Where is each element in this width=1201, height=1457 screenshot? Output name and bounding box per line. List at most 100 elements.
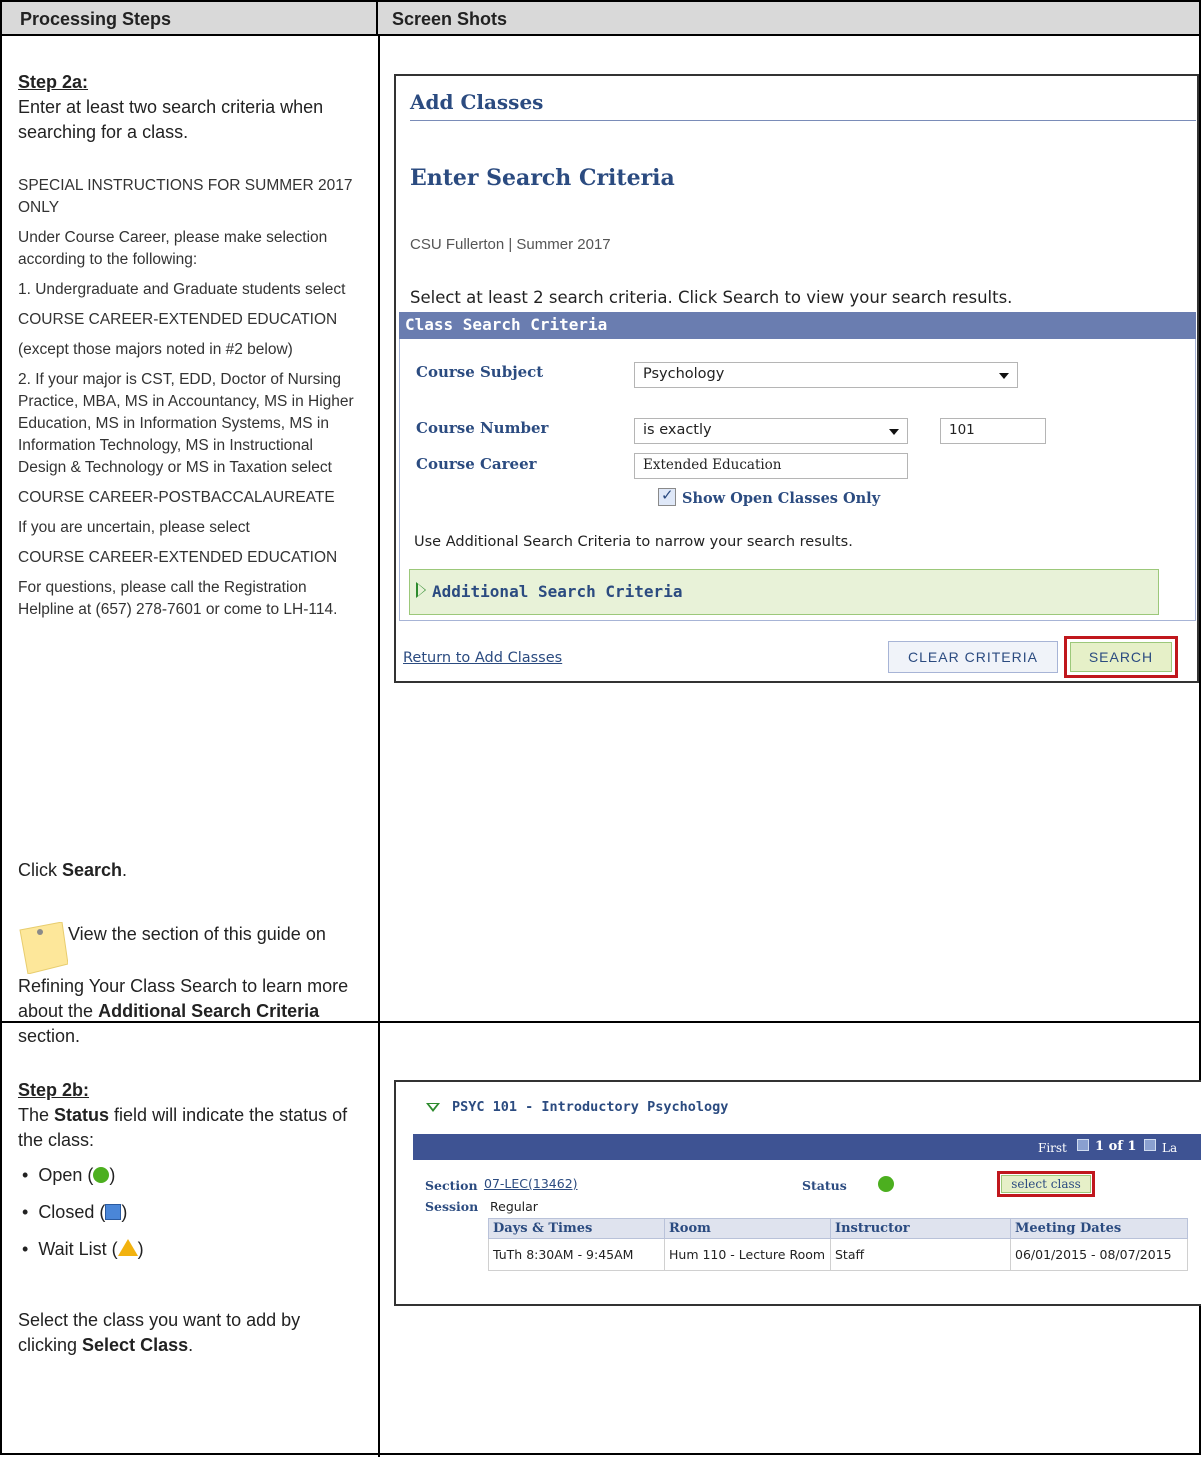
results-nav-bar: First 1 of 1 La	[413, 1134, 1201, 1160]
search-instruction: Select at least 2 search criteria. Click…	[410, 288, 1013, 307]
additional-criteria-hint: Use Additional Search Criteria to narrow…	[414, 534, 853, 550]
prev-arrow-icon[interactable]	[1077, 1139, 1089, 1151]
click-suffix: .	[122, 860, 128, 880]
session-label: Session	[425, 1199, 479, 1214]
header-screen-shots: Screen Shots	[378, 2, 1199, 36]
add-classes-screenshot: Add Classes Enter Search Criteria CSU Fu…	[394, 74, 1199, 683]
section-link[interactable]: 07-LEC(13462)	[484, 1176, 578, 1191]
criteria-panel: Course Subject Psychology Course Number …	[399, 339, 1196, 621]
additional-criteria-label: Additional Search Criteria	[432, 582, 683, 601]
intro-bold: Status	[54, 1105, 110, 1125]
section-title: Enter Search Criteria	[410, 165, 675, 191]
status-label: Status	[802, 1178, 847, 1193]
open-circle-icon	[93, 1167, 110, 1183]
course-career-label: Course Career	[416, 455, 537, 473]
special-instructions-line: COURSE CAREER-EXTENDED EDUCATION	[18, 311, 338, 328]
room-cell: Hum 110 - Lecture Room	[664, 1238, 831, 1271]
select-class-instruction: Select the class you want to add by clic…	[18, 1308, 364, 1358]
search-button[interactable]: Search	[1070, 642, 1172, 672]
column-header: Instructor	[830, 1218, 1011, 1239]
course-subject-value: Psychology	[643, 366, 725, 382]
open-classes-label: Show Open Classes Only	[682, 490, 881, 507]
step-2b-instructions: Step 2b: The Status field will indicate …	[18, 1078, 364, 1358]
closed-square-icon	[105, 1204, 122, 1220]
meeting-dates-cell: 06/01/2015 - 08/07/2015	[1010, 1238, 1188, 1271]
step-2a-title: Step 2a:	[18, 72, 89, 92]
special-instructions-line: Under Course Career, please make selecti…	[18, 229, 328, 268]
open-label: Open (	[38, 1165, 94, 1185]
clear-criteria-button[interactable]: Clear Criteria	[888, 641, 1058, 673]
table-header-row: Days & Times Room Instructor Meeting Dat…	[488, 1218, 1188, 1239]
nav-first[interactable]: First	[1038, 1141, 1067, 1155]
status-open-item: • Open ()	[22, 1165, 116, 1185]
status-waitlist-item: • Wait List ()	[22, 1239, 144, 1259]
step-2b-title: Step 2b:	[18, 1080, 90, 1100]
step-2b-intro: The Status field will indicate the statu…	[18, 1103, 364, 1153]
dropdown-arrow-icon	[999, 373, 1009, 379]
return-to-add-classes-link[interactable]: Return to Add Classes	[403, 650, 562, 666]
special-instructions-line: COURSE CAREER-POSTBACCALAUREATE	[18, 489, 335, 506]
special-instructions-line: (except those majors noted in #2 below)	[18, 341, 293, 358]
collapse-triangle-inner	[429, 1104, 437, 1109]
waitlist-triangle-icon	[117, 1239, 138, 1256]
special-instructions-line: 2. If your major is CST, EDD, Doctor of …	[18, 371, 354, 476]
waitlist-label: Wait List (	[38, 1239, 118, 1259]
paren-close: )	[137, 1239, 144, 1259]
status-closed-item: • Closed ()	[22, 1202, 128, 1222]
paren-close: )	[121, 1202, 128, 1222]
select-suffix: .	[188, 1335, 194, 1355]
class-search-criteria-header: Class Search Criteria	[399, 312, 1196, 339]
closed-label: Closed (	[38, 1202, 106, 1222]
days-times-cell: TuTh 8:30AM - 9:45AM	[488, 1238, 665, 1271]
term-label: CSU Fullerton | Summer 2017	[410, 236, 611, 253]
special-instructions-line: 1. Undergraduate and Graduate students s…	[18, 281, 346, 298]
column-header: Days & Times	[488, 1218, 665, 1239]
note-bold: Additional Search Criteria	[98, 1001, 320, 1021]
instructor-cell: Staff	[830, 1238, 1011, 1271]
guide-page: Processing Steps Screen Shots Step 2a: E…	[0, 0, 1201, 1457]
course-subject-label: Course Subject	[416, 363, 544, 381]
section-label: Section	[425, 1178, 478, 1193]
click-prefix: Click	[18, 860, 62, 880]
expand-triangle-inner	[418, 584, 425, 596]
meeting-table: Days & Times Room Instructor Meeting Dat…	[488, 1218, 1188, 1271]
class-results-screenshot: PSYC 101 - Introductory Psychology First…	[394, 1080, 1201, 1306]
header-processing-steps: Processing Steps	[2, 2, 378, 36]
checkmark-icon: ✓	[661, 487, 674, 504]
paren-close: )	[109, 1165, 116, 1185]
status-legend: • Open () • Closed () • Wait List ()	[22, 1163, 364, 1262]
open-classes-checkbox[interactable]: ✓	[658, 487, 676, 506]
special-instructions-line: If you are uncertain, please select	[18, 519, 250, 536]
course-title: PSYC 101 - Introductory Psychology	[452, 1099, 729, 1115]
click-search-instruction: Click Search.	[18, 858, 364, 883]
note-block: View the section of this guide on Refini…	[18, 921, 364, 1049]
select-bold: Select Class	[82, 1335, 189, 1355]
session-value: Regular	[490, 1199, 538, 1214]
special-instructions-line: SPECIAL INSTRUCTIONS FOR SUMMER 2017 ONL…	[18, 177, 353, 216]
course-number-input[interactable]: 101	[940, 418, 1046, 444]
nav-last[interactable]: La	[1162, 1141, 1177, 1155]
column-header: Room	[664, 1218, 831, 1239]
select-class-highlight: select class	[997, 1171, 1095, 1197]
dropdown-arrow-icon	[889, 429, 899, 435]
next-arrow-icon[interactable]	[1144, 1139, 1156, 1151]
course-number-operator-select[interactable]: is exactly	[634, 418, 908, 444]
column-header: Meeting Dates	[1010, 1218, 1188, 1239]
column-divider	[378, 36, 380, 1457]
step-2a-intro: Enter at least two search criteria when …	[18, 97, 324, 142]
select-class-button[interactable]: select class	[1001, 1175, 1091, 1193]
page-title: Add Classes	[410, 90, 544, 114]
table-row: TuTh 8:30AM - 9:45AM Hum 110 - Lecture R…	[488, 1238, 1188, 1271]
course-subject-select[interactable]: Psychology	[634, 362, 1018, 388]
intro-prefix: The	[18, 1105, 55, 1125]
special-instructions-line: COURSE CAREER-EXTENDED EDUCATION	[18, 549, 338, 566]
search-button-highlight: Search	[1064, 636, 1178, 678]
note-text-2: section.	[18, 1026, 81, 1046]
sticky-note-icon	[18, 921, 69, 975]
course-number-operator-value: is exactly	[643, 422, 712, 438]
additional-criteria-panel[interactable]: Additional Search Criteria	[409, 569, 1159, 615]
course-career-field[interactable]: Extended Education	[634, 453, 908, 479]
nav-count: 1 of 1	[1095, 1139, 1137, 1154]
status-open-icon	[878, 1176, 894, 1192]
special-instructions-line: For questions, please call the Registrat…	[18, 579, 338, 618]
